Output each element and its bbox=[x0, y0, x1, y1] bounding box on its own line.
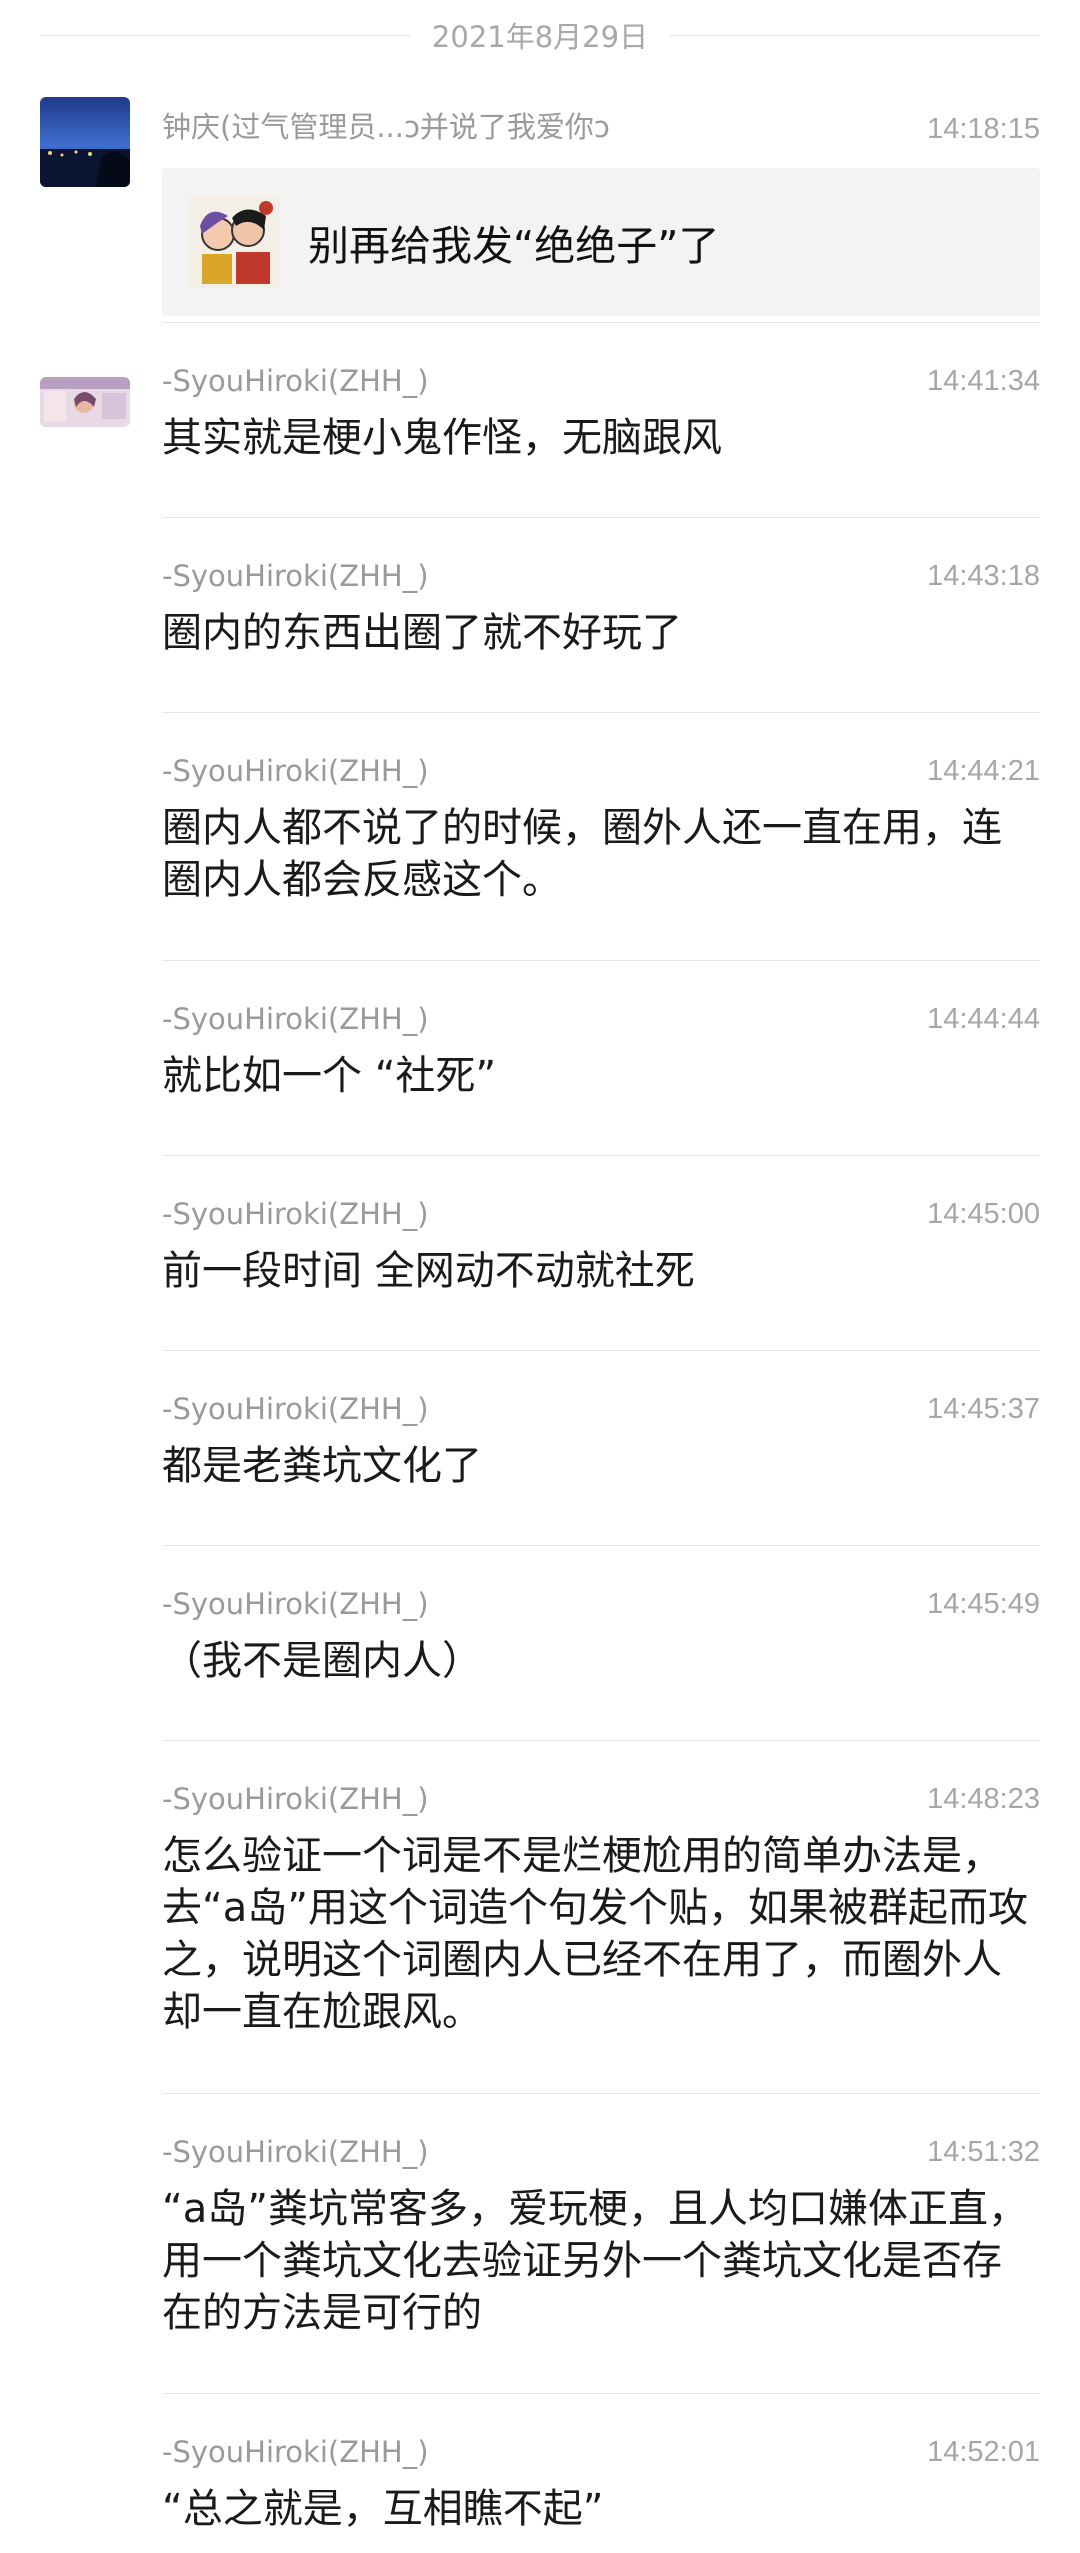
message-text: 前一段时间 全网动不动就社死 bbox=[162, 1248, 695, 1294]
date-label: 2021年8月29日 bbox=[413, 14, 667, 56]
message-text: 圈内的东西出圈了就不好玩了 bbox=[162, 610, 682, 656]
sender-name[interactable]: -SyouHiroki(ZHH_) bbox=[162, 559, 429, 593]
sender-name[interactable]: -SyouHiroki(ZHH_) bbox=[162, 1782, 429, 1816]
message-time: 14:45:00 bbox=[927, 1198, 1040, 1230]
message-time: 14:45:37 bbox=[927, 1393, 1040, 1425]
divider-line bbox=[670, 35, 1040, 36]
sender-name[interactable]: -SyouHiroki(ZHH_) bbox=[162, 754, 429, 788]
anime-banner-avatar bbox=[40, 377, 130, 427]
message-item: -SyouHiroki(ZHH_) 14:48:23 怎么验证一个词是不是烂梗尬… bbox=[0, 1740, 1080, 2094]
message-time: 14:44:21 bbox=[927, 755, 1040, 787]
avatar[interactable] bbox=[40, 377, 130, 427]
sender-name[interactable]: -SyouHiroki(ZHH_) bbox=[162, 2435, 429, 2469]
sender-name[interactable]: -SyouHiroki(ZHH_) bbox=[162, 1197, 429, 1231]
message-item: -SyouHiroki(ZHH_) 14:45:00 前一段时间 全网动不动就社… bbox=[0, 1155, 1080, 1351]
divider-line bbox=[40, 35, 410, 36]
message-text: （我不是圈内人） bbox=[162, 1638, 482, 1684]
quoted-message[interactable]: 别再给我发“绝绝子”了 bbox=[162, 168, 1040, 316]
message-text: 圈内人都不说了的时候，圈外人还一直在用，连圈内人都会反感这个。 bbox=[162, 805, 1002, 903]
message-time: 14:52:01 bbox=[927, 2436, 1040, 2468]
night-city-avatar bbox=[40, 97, 130, 187]
message-text: 就比如一个 “社死” bbox=[162, 1053, 497, 1099]
message-time: 14:45:49 bbox=[927, 1588, 1040, 1620]
message-text: “总之就是，互相瞧不起” bbox=[162, 2486, 604, 2532]
date-separator: 2021年8月29日 bbox=[0, 0, 1080, 70]
avatar[interactable] bbox=[40, 97, 130, 187]
message-item: -SyouHiroki(ZHH_) 14:45:37 都是老粪坑文化了 bbox=[0, 1350, 1080, 1546]
message-item: -SyouHiroki(ZHH_) 14:44:21 圈内人都不说了的时候，圈外… bbox=[0, 712, 1080, 961]
message-time: 14:44:44 bbox=[927, 1003, 1040, 1035]
message-item: 钟庆(过气管理员...ɔ并说了我爱你ɔ 14:18:15 别再给我发“绝绝子”了 bbox=[0, 70, 1080, 323]
message-text: “a岛”粪坑常客多，爱玩梗，且人均口嫌体正直，用一个粪坑文化去验证另外一个粪坑文… bbox=[162, 2186, 1028, 2336]
message-time: 14:51:32 bbox=[927, 2136, 1040, 2168]
message-item: -SyouHiroki(ZHH_) 14:45:49 （我不是圈内人） bbox=[0, 1545, 1080, 1741]
sender-name[interactable]: -SyouHiroki(ZHH_) bbox=[162, 1002, 429, 1036]
message-text: 其实就是梗小鬼作怪，无脑跟风 bbox=[162, 415, 722, 461]
sticker-thumbnail bbox=[188, 196, 280, 288]
sender-name[interactable]: -SyouHiroki(ZHH_) bbox=[162, 1392, 429, 1426]
sender-name[interactable]: -SyouHiroki(ZHH_) bbox=[162, 364, 429, 398]
message-item: -SyouHiroki(ZHH_) 14:43:18 圈内的东西出圈了就不好玩了 bbox=[0, 517, 1080, 713]
message-item: -SyouHiroki(ZHH_) 14:52:01 “总之就是，互相瞧不起” bbox=[0, 2393, 1080, 2543]
quoted-text: 别再给我发“绝绝子”了 bbox=[308, 222, 720, 270]
message-item: -SyouHiroki(ZHH_) 14:44:44 就比如一个 “社死” bbox=[0, 960, 1080, 1156]
message-item: -SyouHiroki(ZHH_) 14:41:34 其实就是梗小鬼作怪，无脑跟… bbox=[0, 322, 1080, 518]
message-time: 14:18:15 bbox=[927, 113, 1040, 145]
message-time: 14:48:23 bbox=[927, 1783, 1040, 1815]
message-text: 都是老粪坑文化了 bbox=[162, 1443, 482, 1489]
message-time: 14:43:18 bbox=[927, 560, 1040, 592]
sender-name[interactable]: -SyouHiroki(ZHH_) bbox=[162, 2135, 429, 2169]
message-item: -SyouHiroki(ZHH_) 14:51:32 “a岛”粪坑常客多，爱玩梗… bbox=[0, 2093, 1080, 2394]
message-time: 14:41:34 bbox=[927, 365, 1040, 397]
sender-name[interactable]: 钟庆(过气管理员...ɔ并说了我爱你ɔ bbox=[162, 104, 610, 146]
sender-name[interactable]: -SyouHiroki(ZHH_) bbox=[162, 1587, 429, 1621]
message-text: 怎么验证一个词是不是烂梗尬用的简单办法是，去“a岛”用这个词造个句发个贴，如果被… bbox=[162, 1833, 1028, 2035]
